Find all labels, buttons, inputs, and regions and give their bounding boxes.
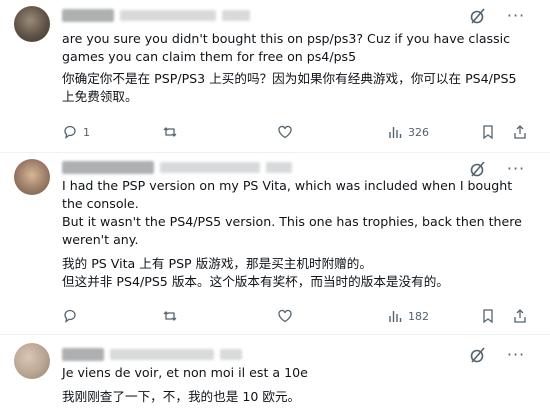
author-meta-blurred: [62, 161, 292, 175]
views-button[interactable]: 182: [387, 306, 429, 326]
repost-button[interactable]: [162, 122, 178, 142]
bookmark-icon: [483, 309, 493, 324]
post-text-translation-1: 我的 PS Vita 上有 PSP 版游戏，那是买主机时附赠的。: [62, 256, 372, 271]
author-meta-blurred: [62, 9, 292, 23]
reply-post-3[interactable]: ··· Je viens de voir, et non moi il est …: [0, 335, 550, 419]
post-text-english: are you sure you didn't bought this on p…: [62, 31, 511, 64]
action-bar: 182: [62, 306, 532, 326]
grok-icon[interactable]: [468, 345, 488, 365]
like-button[interactable]: [277, 306, 293, 326]
avatar[interactable]: [14, 159, 50, 195]
post-text-english-1: I had the PSP version on my PS Vita, whi…: [62, 178, 513, 211]
reply-icon: [64, 125, 76, 139]
reply-icon: [64, 309, 76, 323]
action-bar: 1 326: [62, 122, 532, 142]
post-text-translation-2: 但这并非 PS4/PS5 版本。这个版本有奖杯，而当时的版本是没有的。: [62, 274, 449, 289]
share-button[interactable]: [512, 122, 528, 142]
reply-button[interactable]: 1: [62, 122, 90, 142]
reply-button[interactable]: [62, 306, 78, 326]
author-meta-blurred: [62, 348, 292, 362]
post-text-translation: 我刚刚查了一下，不，我的也是 10 欧元。: [62, 389, 301, 404]
repost-icon: [163, 127, 177, 137]
avatar[interactable]: [14, 343, 50, 379]
bookmark-button[interactable]: [480, 306, 496, 326]
repost-icon: [163, 311, 177, 321]
views-count: 326: [408, 125, 429, 139]
avatar[interactable]: [14, 6, 50, 42]
views-icon: [389, 127, 402, 138]
post-text-english-2: But it wasn't the PS4/PS5 version. This …: [62, 214, 522, 247]
post-text-french: Je viens de voir, et non moi il est a 10…: [62, 365, 308, 380]
views-count: 182: [408, 309, 429, 323]
like-button[interactable]: [277, 122, 293, 142]
like-icon: [278, 125, 292, 139]
reply-post-1[interactable]: ··· are you sure you didn't bought this …: [0, 0, 550, 155]
views-icon: [389, 311, 402, 322]
post-text-translation: 你确定你不是在 PSP/PS3 上买的吗？因为如果你有经典游戏，你可以在 PS4…: [62, 71, 517, 104]
more-icon[interactable]: ···: [505, 159, 527, 179]
views-button[interactable]: 326: [387, 122, 429, 142]
grok-icon[interactable]: [468, 159, 488, 179]
share-icon: [514, 309, 526, 323]
reply-post-2[interactable]: ··· I had the PSP version on my PS Vita,…: [0, 153, 550, 333]
share-button[interactable]: [512, 306, 528, 326]
share-icon: [514, 125, 526, 139]
repost-button[interactable]: [162, 306, 178, 326]
more-icon[interactable]: ···: [505, 345, 527, 365]
bookmark-button[interactable]: [480, 122, 496, 142]
like-icon: [278, 309, 292, 323]
reply-count: 1: [83, 125, 90, 139]
bookmark-icon: [483, 125, 493, 140]
more-icon[interactable]: ···: [505, 6, 527, 26]
grok-icon[interactable]: [468, 6, 488, 26]
